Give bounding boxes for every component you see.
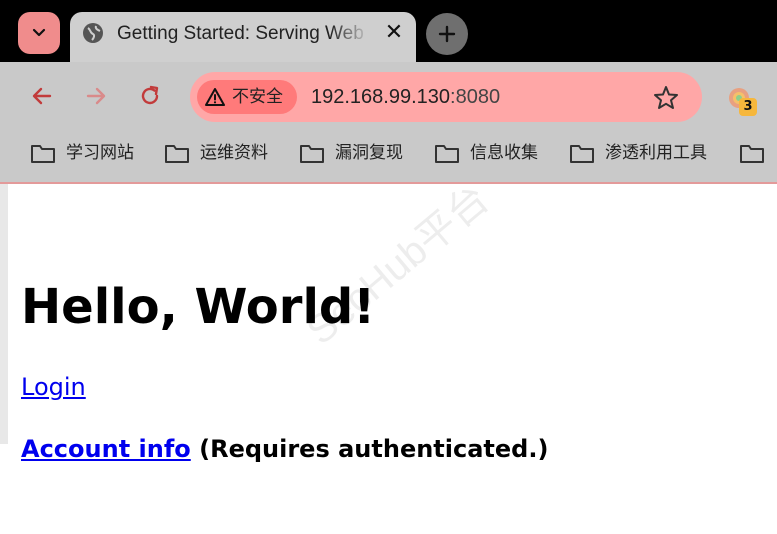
reload-button[interactable] — [135, 80, 165, 112]
arrow-right-icon — [86, 87, 106, 105]
bookmark-folder[interactable]: 渗透利用工具 — [569, 138, 707, 168]
bookmark-label: 学习网站 — [66, 143, 134, 163]
login-link[interactable]: Login — [21, 370, 86, 404]
bookmark-folder-overflow[interactable] — [739, 138, 765, 168]
new-tab-button[interactable] — [426, 13, 468, 55]
bookmark-label: 渗透利用工具 — [605, 143, 707, 163]
page-heading: Hello, World! — [21, 279, 376, 335]
forward-button[interactable] — [81, 80, 111, 112]
tab-title-fade — [330, 14, 370, 58]
globe-icon — [83, 23, 103, 43]
security-label: 不安全 — [232, 87, 283, 107]
reload-icon — [141, 85, 159, 105]
chevron-down-icon — [32, 28, 46, 37]
folder-icon — [570, 145, 594, 163]
account-info-link[interactable]: Account info — [21, 435, 191, 463]
tab-close-icon[interactable]: ✕ — [382, 20, 406, 46]
url-host: 192.168.99.130 — [311, 86, 451, 108]
folder-icon — [31, 145, 55, 163]
extension-badge: 3 — [739, 98, 757, 116]
folder-icon — [300, 145, 324, 163]
bookmark-label: 运维资料 — [200, 143, 268, 163]
account-info-note: (Requires authenticated.) — [199, 435, 549, 463]
folder-icon — [165, 145, 189, 163]
back-button[interactable] — [27, 80, 57, 112]
url-port: :8080 — [450, 86, 501, 108]
extension-button[interactable]: 3 — [726, 85, 758, 117]
folder-icon — [740, 145, 764, 163]
warning-icon — [205, 88, 225, 106]
url-text[interactable]: 192.168.99.130:8080 — [311, 82, 500, 112]
account-info-line: Account info (Requires authenticated.) — [21, 432, 548, 466]
bookmark-folder[interactable]: 漏洞复现 — [299, 138, 403, 168]
bookmark-label: 漏洞复现 — [335, 143, 403, 163]
tab-search-button[interactable] — [18, 12, 60, 54]
window-edge — [0, 184, 8, 444]
bookmark-folder[interactable]: 运维资料 — [164, 138, 268, 168]
plus-icon — [438, 25, 456, 43]
bookmark-folder[interactable]: 学习网站 — [30, 138, 134, 168]
bookmark-star-icon[interactable] — [652, 84, 680, 112]
arrow-left-icon — [32, 87, 52, 105]
